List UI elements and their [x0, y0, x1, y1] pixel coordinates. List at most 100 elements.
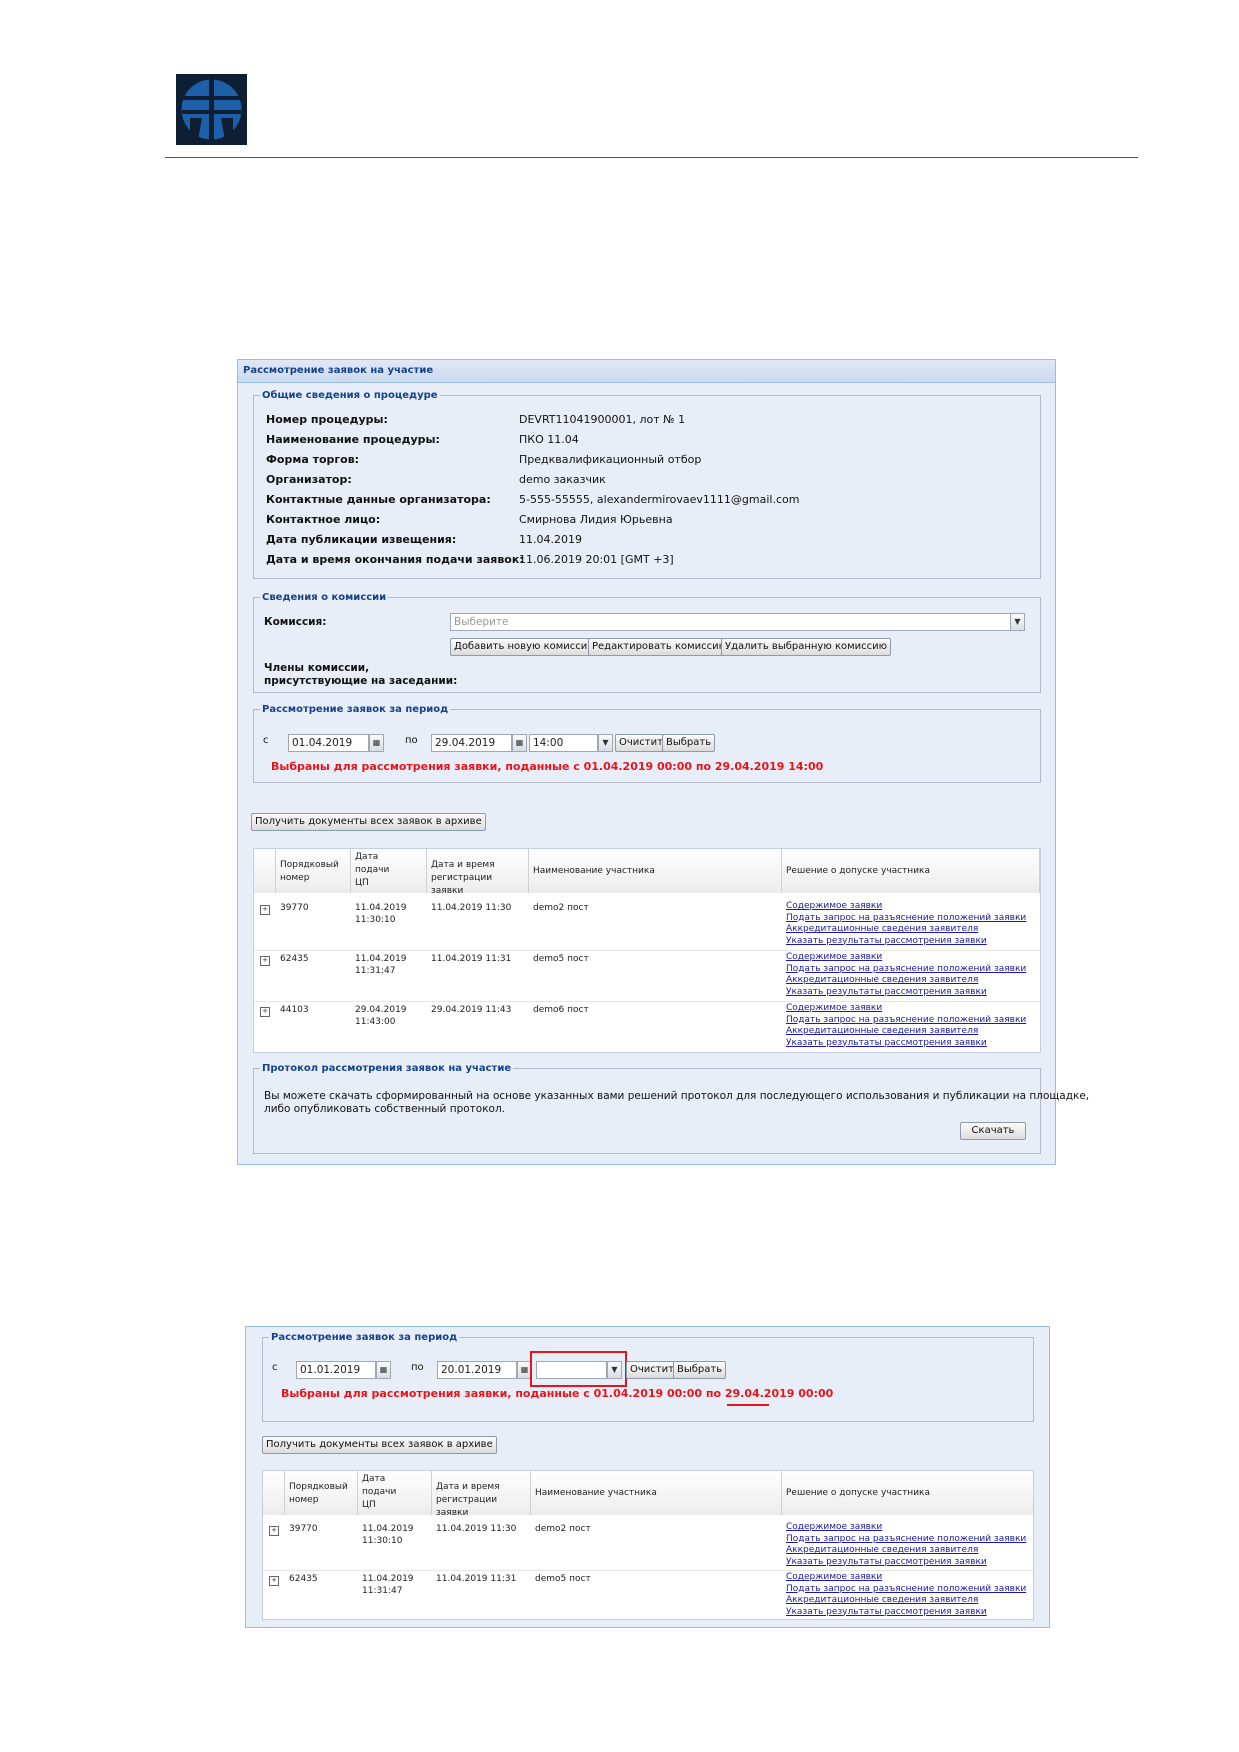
date-to-field[interactable]: 20.01.2019: [437, 1361, 517, 1379]
expand-row-icon[interactable]: +: [269, 1576, 279, 1586]
row-submit-date: 29.04.2019 11:43:00: [355, 1005, 407, 1027]
link-accreditation[interactable]: Аккредитационные сведения заявителя: [786, 975, 1026, 987]
col-header-date[interactable]: Дата подачи ЦП: [358, 1471, 432, 1515]
procedure-review-window: Рассмотрение заявок на участие Общие све…: [237, 359, 1089, 1165]
row-number: 39770: [280, 903, 309, 913]
date-from-field[interactable]: 01.01.2019: [296, 1361, 376, 1379]
delete-commission-button[interactable]: Удалить выбранную комиссию: [721, 638, 892, 656]
period-selection-window: Рассмотрение заявок за период с 01.01.20…: [245, 1326, 1050, 1628]
select-button[interactable]: Выбрать: [662, 734, 716, 752]
col-header-date[interactable]: Дата подачи ЦП: [351, 849, 427, 893]
field-value: Предквалификационный отбор: [519, 453, 702, 466]
col-header-participant[interactable]: Наименование участника: [531, 1471, 782, 1515]
select-button[interactable]: Выбрать: [673, 1361, 727, 1379]
commission-select[interactable]: Выберите: [450, 613, 1011, 631]
row-participant: demo2 пост: [535, 1524, 591, 1534]
link-review-result[interactable]: Указать результаты рассмотрения заявки: [786, 936, 1026, 948]
applications-table: Порядковый номер Дата подачи ЦП Дата и врем…: [253, 848, 1041, 1053]
field-value: DEVRT11041900001, лот № 1: [519, 413, 686, 426]
link-clarification-request[interactable]: Подать запрос на разъяснение положений з…: [786, 1584, 1026, 1596]
row-number: 62435: [289, 1574, 318, 1584]
link-application-content[interactable]: Содержимое заявки: [786, 1572, 1026, 1584]
row-participant: demo5 пост: [535, 1574, 591, 1584]
field-label: Контактное лицо:: [266, 513, 381, 526]
col-header-registration[interactable]: Дата и время регистрации заявки: [427, 849, 529, 896]
expand-row-icon[interactable]: +: [260, 905, 270, 915]
link-clarification-request[interactable]: Подать запрос на разъяснение положений з…: [786, 1534, 1026, 1546]
row-participant: demo5 пост: [533, 954, 589, 964]
col-header-registration[interactable]: Дата и время регистрации заявки: [432, 1471, 531, 1518]
selected-period-message: Выбраны для рассмотрения заявки, поданны…: [281, 1387, 834, 1400]
link-application-content[interactable]: Содержимое заявки: [786, 1003, 1026, 1015]
date-from-field[interactable]: 01.04.2019: [288, 734, 369, 752]
link-clarification-request[interactable]: Подать запрос на разъяснение положений з…: [786, 913, 1026, 925]
link-accreditation[interactable]: Аккредитационные сведения заявителя: [786, 924, 1026, 936]
calendar-icon[interactable]: ▦: [512, 734, 527, 752]
highlight-underline: [727, 1404, 769, 1406]
row-registration: 11.04.2019 11:30: [431, 903, 512, 913]
field-value: 11.06.2019 20:01 [GMT +3]: [519, 553, 674, 566]
members-label: Члены комиссии,: [264, 662, 370, 674]
field-label: Дата публикации извещения:: [266, 533, 457, 546]
col-header-number[interactable]: Порядковый номер: [285, 1471, 358, 1515]
add-commission-button[interactable]: Добавить новую комиссию: [450, 638, 600, 656]
chevron-down-icon[interactable]: ▼: [598, 734, 613, 752]
col-header-expander: [263, 1471, 285, 1515]
window-title: Рассмотрение заявок на участие: [238, 360, 1055, 383]
header-rule: [165, 157, 1138, 158]
link-clarification-request[interactable]: Подать запрос на разъяснение положений з…: [786, 964, 1026, 976]
row-number: 62435: [280, 954, 309, 964]
field-value: 11.04.2019: [519, 533, 582, 546]
row-number: 39770: [289, 1524, 318, 1534]
link-accreditation[interactable]: Аккредитационные сведения заявителя: [786, 1026, 1026, 1038]
row-registration: 11.04.2019 11:31: [436, 1574, 517, 1584]
protocol-legend: Протокол рассмотрения заявок на участие: [262, 1063, 512, 1074]
to-label: по: [411, 1362, 424, 1373]
row-submit-date: 11.04.2019 11:30:10: [355, 903, 407, 925]
link-accreditation[interactable]: Аккредитационные сведения заявителя: [786, 1595, 1026, 1607]
col-header-decision[interactable]: Решение о допуске участника: [782, 1471, 1033, 1515]
selected-period-message: Выбраны для рассмотрения заявки, поданны…: [271, 760, 824, 773]
archive-download-button[interactable]: Получить документы всех заявок в архиве: [251, 813, 486, 831]
from-label: с: [263, 735, 269, 746]
row-decision-links: Содержимое заявки Подать запрос на разъя…: [786, 1522, 1026, 1568]
link-clarification-request[interactable]: Подать запрос на разъяснение положений з…: [786, 1015, 1026, 1027]
link-application-content[interactable]: Содержимое заявки: [786, 1522, 1026, 1534]
period-legend: Рассмотрение заявок за период: [271, 1332, 458, 1343]
field-label: Номер процедуры:: [266, 413, 388, 426]
row-decision-links: Содержимое заявки Подать запрос на разъя…: [786, 952, 1026, 998]
expand-row-icon[interactable]: +: [260, 956, 270, 966]
row-submit-date: 11.04.2019 11:30:10: [362, 1524, 414, 1546]
commission-legend: Сведения о комиссии: [262, 592, 387, 603]
time-select[interactable]: 14:00: [529, 734, 598, 752]
organization-logo: [176, 74, 247, 145]
col-header-number[interactable]: Порядковый номер: [276, 849, 351, 893]
expand-row-icon[interactable]: +: [260, 1007, 270, 1017]
link-review-result[interactable]: Указать результаты рассмотрения заявки: [786, 1038, 1026, 1050]
download-protocol-button[interactable]: Скачать: [960, 1122, 1026, 1140]
col-header-participant[interactable]: Наименование участника: [529, 849, 782, 893]
field-label: Наименование процедуры:: [266, 433, 440, 446]
chevron-down-icon[interactable]: ▼: [1010, 613, 1025, 631]
date-to-field[interactable]: 29.04.2019: [431, 734, 512, 752]
calendar-icon[interactable]: ▦: [369, 734, 384, 752]
link-review-result[interactable]: Указать результаты рассмотрения заявки: [786, 1607, 1026, 1619]
expand-row-icon[interactable]: +: [269, 1526, 279, 1536]
calendar-icon[interactable]: ▦: [376, 1361, 391, 1379]
field-value: Смирнова Лидия Юрьевна: [519, 513, 673, 526]
row-decision-links: Содержимое заявки Подать запрос на разъя…: [786, 1003, 1026, 1049]
link-accreditation[interactable]: Аккредитационные сведения заявителя: [786, 1545, 1026, 1557]
row-decision-links: Содержимое заявки Подать запрос на разъя…: [786, 901, 1026, 947]
link-application-content[interactable]: Содержимое заявки: [786, 901, 1026, 913]
archive-download-button[interactable]: Получить документы всех заявок в архиве: [262, 1436, 497, 1454]
link-review-result[interactable]: Указать результаты рассмотрения заявки: [786, 1557, 1026, 1569]
link-application-content[interactable]: Содержимое заявки: [786, 952, 1026, 964]
edit-commission-button[interactable]: Редактировать комиссию: [588, 638, 732, 656]
link-review-result[interactable]: Указать результаты рассмотрения заявки: [786, 987, 1026, 999]
row-submit-date: 11.04.2019 11:31:47: [362, 1574, 414, 1596]
row-submit-date: 11.04.2019 11:31:47: [355, 954, 407, 976]
col-header-expander: [254, 849, 276, 893]
col-header-decision[interactable]: Решение о допуске участника: [782, 849, 1040, 893]
members-label: присутствующие на заседании:: [264, 675, 458, 687]
row-registration: 29.04.2019 11:43: [431, 1005, 512, 1015]
